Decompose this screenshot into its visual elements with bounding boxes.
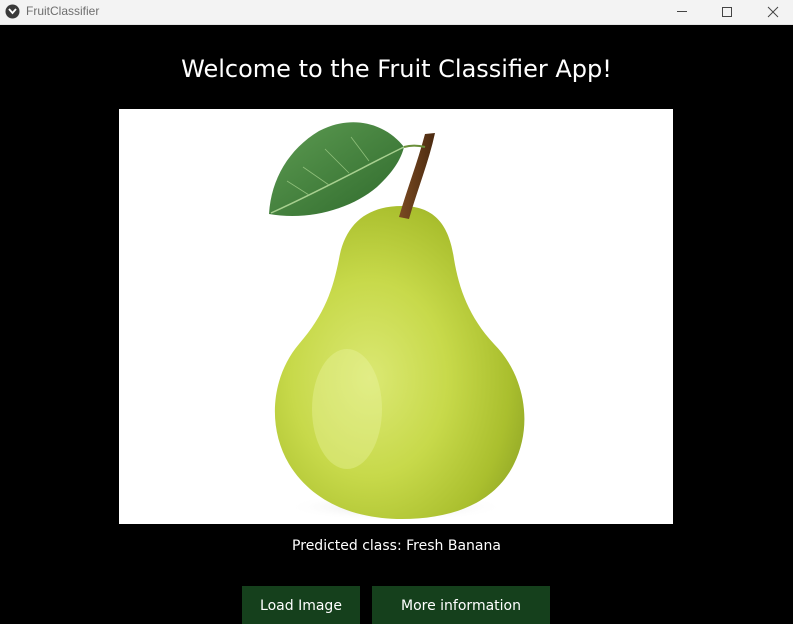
minimize-button[interactable] [659, 0, 705, 24]
maximize-button[interactable] [704, 0, 750, 24]
prediction-label: Predicted class: Fresh Banana [292, 538, 501, 554]
title-bar[interactable]: FruitClassifier [0, 0, 793, 25]
close-button[interactable] [750, 0, 793, 24]
app-logo-icon [5, 4, 20, 19]
pear-image [269, 122, 525, 521]
load-image-button[interactable]: Load Image [242, 586, 360, 624]
app-window: FruitClassifier Welcome to the Fruit Cla… [0, 0, 793, 624]
page-title: Welcome to the Fruit Classifier App! [181, 55, 612, 83]
close-icon [767, 6, 779, 18]
more-information-button[interactable]: More information [372, 586, 550, 624]
image-preview [119, 109, 673, 524]
maximize-icon [722, 7, 732, 17]
minimize-icon [677, 11, 687, 12]
window-title: FruitClassifier [26, 4, 100, 18]
